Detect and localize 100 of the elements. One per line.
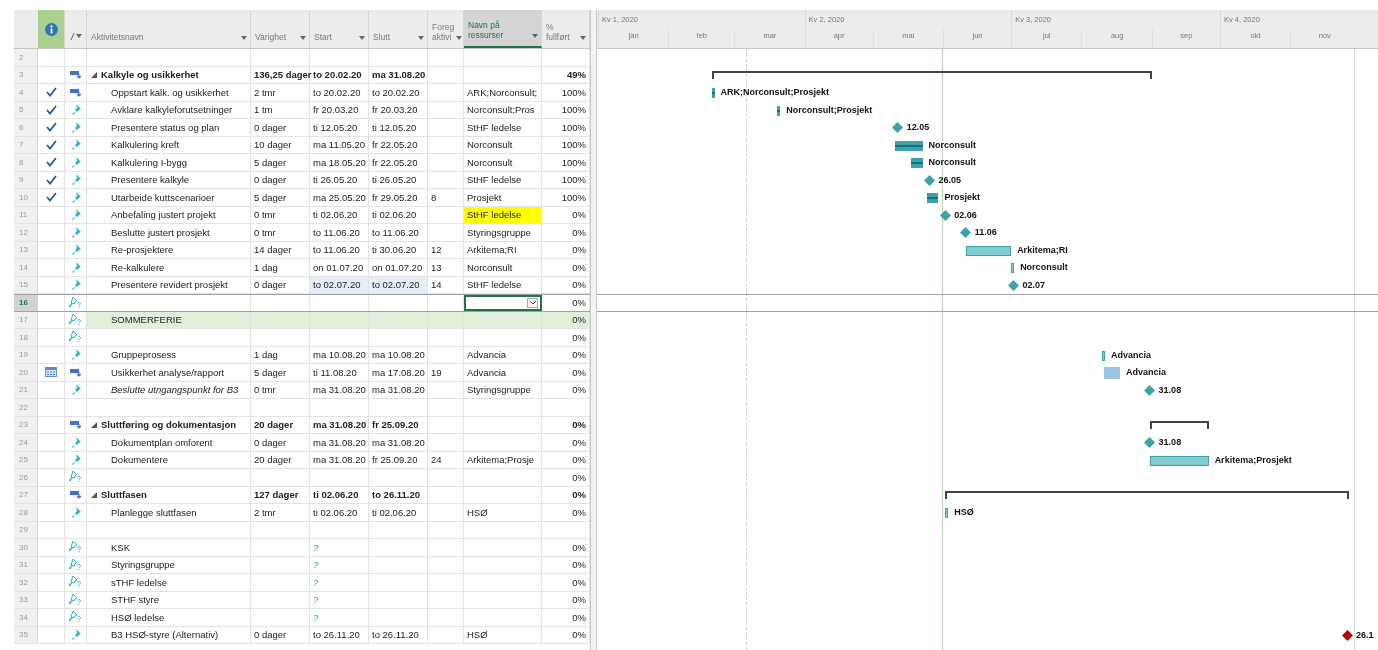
pushpin-icon <box>70 121 81 133</box>
table-row[interactable]: 15 Presentere revidert prosjekt 0 dager to 02.07.20 to 02.07.20 14 StHF ledelse 0% <box>14 276 590 294</box>
row-number[interactable]: 34 <box>14 609 38 626</box>
table-row[interactable]: 14 Re-kalkulere 1 dag on 01.07.20 on 01.07.20 13 Norconsult 0% <box>14 259 590 277</box>
collapse-icon[interactable] <box>91 71 97 78</box>
table-row[interactable]: 16 0% <box>14 294 590 312</box>
milestone-diamond-icon[interactable] <box>960 227 972 238</box>
task-bar[interactable] <box>777 105 781 116</box>
table-row[interactable]: 5 Avklare kalkyleforutsetninger 1 tm fr 20.03.20 fr 20.03.20 Norconsult;Pros 100% <box>14 101 590 119</box>
task-bar[interactable] <box>1101 350 1105 361</box>
row-number[interactable]: 10 <box>14 189 38 206</box>
table-row[interactable]: 32 sTHF ledelse ? 0% <box>14 574 590 592</box>
row-number[interactable]: 24 <box>14 434 38 451</box>
row-number[interactable]: 12 <box>14 224 38 241</box>
milestone-diamond-icon[interactable] <box>1144 384 1156 396</box>
table-cell: ma 17.08.20 <box>369 364 428 381</box>
bar-label: 26.1 <box>1356 628 1374 641</box>
row-number[interactable]: 14 <box>14 259 38 276</box>
table-row[interactable]: 17 SOMMERFERIE 0% <box>14 311 590 329</box>
table-row[interactable]: 28 Planlegge sluttfasen 2 tmr ti 02.06.20 ti 02.06.20 HSØ 0% <box>14 504 590 522</box>
bar-label: ARK;Norconsult;Prosjekt <box>720 86 829 98</box>
deadline-diamond-icon[interactable] <box>1341 629 1353 641</box>
row-number[interactable]: 28 <box>14 504 38 521</box>
dropdown-caret-icon[interactable] <box>532 34 538 38</box>
table-row[interactable]: 7 Kalkulering kreft 10 dager ma 11.05.20 fr 22.05.20 Norconsult 100% <box>14 136 590 154</box>
table-row[interactable]: 29 <box>14 521 590 539</box>
task-bar[interactable] <box>711 88 715 98</box>
row-number[interactable]: 30 <box>14 539 38 556</box>
table-row[interactable]: 33 STHF styre ? 0% <box>14 591 590 609</box>
table-row[interactable]: 18 0% <box>14 329 590 347</box>
table-row[interactable]: 11 Anbefaling justert projekt 0 tmr ti 02.06.20 ti 02.06.20 StHF ledelse 0% <box>14 206 590 224</box>
dropdown-caret-icon[interactable] <box>75 34 82 38</box>
row-number[interactable]: 32 <box>14 574 38 591</box>
table-cell: 0 dager <box>251 434 310 451</box>
task-bar[interactable] <box>965 245 1012 256</box>
column-header[interactable]: Navn på ressurser <box>464 10 542 48</box>
milestone-diamond-icon[interactable] <box>939 209 951 221</box>
column-header[interactable]: Varighet <box>251 10 310 48</box>
calendar-icon <box>45 367 57 378</box>
dropdown-caret-icon[interactable] <box>418 36 424 40</box>
table-row[interactable]: 24 Dokumentplan omforent 0 dager ma 31.08.20 ma 31.08.20 0% <box>14 434 590 452</box>
table-row[interactable]: 8 Kalkulering I-bygg 5 dager ma 18.05.20 fr 22.05.20 Norconsult 100% <box>14 154 590 172</box>
table-row[interactable]: 12 Beslutte justert prosjekt 0 tmr to 11.06.20 to 11.06.20 Styringsgruppe 0% <box>14 224 590 242</box>
table-row[interactable]: 21 Beslutte utngangspunkt for B3 0 tmr ma 31.08.20 ma 31.08.20 Styringsgruppe 0% <box>14 381 590 399</box>
collapse-icon[interactable] <box>91 421 97 428</box>
table-row[interactable]: 23 Sluttføring og dokumentasjon 20 dager ma 31.08.20 fr 25.09.20 0% <box>14 416 590 434</box>
dropdown-caret-icon[interactable] <box>359 36 365 40</box>
table-row[interactable]: 20 Usikkerhet analyse/rapport 5 dager ti 11.08.20 ma 17.08.20 19 Advancia 0% <box>14 364 590 382</box>
column-header[interactable]: Aktivitetsnavn <box>87 10 251 48</box>
row-number[interactable]: 2 <box>14 49 38 66</box>
table-row[interactable]: 19 Gruppeprosess 1 dag ma 10.08.20 ma 10.08.20 Advancia 0% <box>14 346 590 364</box>
milestone-diamond-icon[interactable] <box>923 174 935 186</box>
table-cell: ti 02.06.20 <box>310 206 369 223</box>
table-row[interactable]: 34 HSØ ledelse ? 0% <box>14 609 590 627</box>
milestone-diamond-icon[interactable] <box>892 122 904 133</box>
table-row[interactable]: 31 Styringsgruppe ? 0% <box>14 556 590 574</box>
table-cell: ? <box>310 556 369 573</box>
dropdown-caret-icon[interactable] <box>580 36 586 40</box>
table-row[interactable]: 30 KSK ? 0% <box>14 539 590 557</box>
row-number[interactable]: 22 <box>14 399 38 416</box>
table-row[interactable]: 25 Dokumentere 20 dager ma 31.08.20 fr 25.09.20 24 Arkitema;Prosje 0% <box>14 451 590 469</box>
dropdown-caret-icon[interactable] <box>241 36 247 40</box>
table-row[interactable]: 9 Presentere kalkyle 0 dager ti 26.05.20 ti 26.05.20 StHF ledelse 100% <box>14 171 590 189</box>
milestone-diamond-icon[interactable] <box>1144 437 1156 448</box>
checkmark-icon <box>45 174 57 185</box>
table-cell: ma 18.05.20 <box>310 154 369 171</box>
table-cell: to 20.02.20 <box>369 84 428 101</box>
table-row[interactable]: 2 <box>14 49 590 67</box>
task-bar[interactable] <box>927 193 939 203</box>
pushpin-question-icon <box>69 576 82 589</box>
column-header[interactable]: Slutt <box>369 10 428 48</box>
collapse-icon[interactable] <box>91 491 97 498</box>
table-row[interactable]: 22 <box>14 399 590 417</box>
pushpin-icon <box>70 261 81 273</box>
milestone-diamond-icon[interactable] <box>1007 279 1019 291</box>
table-row[interactable]: 4 Oppstart kalk. og usikkerhet 2 tmr to 20.02.20 to 20.02.20 ARK;Norconsult; 100% <box>14 84 590 102</box>
table-row[interactable]: 10 Utarbeide kuttscenarioer 5 dager ma 25.05.20 fr 29.05.20 8 Prosjekt 100% <box>14 189 590 207</box>
resource-field[interactable] <box>464 295 542 311</box>
table-cell: fr 20.03.20 <box>369 101 428 118</box>
task-bar[interactable] <box>1149 455 1209 466</box>
table-row[interactable]: 35 B3 HSØ-styre (Alternativ) 0 dager to 26.11.20 to 26.11.20 HSØ 0% <box>14 626 590 644</box>
task-bar[interactable] <box>1011 263 1015 273</box>
table-row[interactable]: 26 0% <box>14 469 590 487</box>
row-number[interactable]: 18 <box>14 329 38 346</box>
row-number[interactable]: 20 <box>14 364 38 381</box>
dropdown-button[interactable] <box>527 297 538 308</box>
row-number[interactable]: 16 <box>14 295 38 311</box>
dropdown-caret-icon[interactable] <box>300 36 306 40</box>
table-row[interactable]: 27 Sluttfasen 127 dager ti 02.06.20 to 26.11.20 0% <box>14 486 590 504</box>
column-header[interactable]: Start <box>310 10 369 48</box>
task-bar[interactable] <box>895 140 923 151</box>
row-number[interactable]: 8 <box>14 154 38 171</box>
row-number[interactable]: 6 <box>14 119 38 136</box>
row-number[interactable]: 26 <box>14 469 38 486</box>
row-number[interactable]: 4 <box>14 84 38 101</box>
table-row[interactable]: 6 Presentere status og plan 0 dager ti 12.05.20 ti 12.05.20 StHF ledelse 100% <box>14 119 590 137</box>
table-row[interactable]: 13 Re-prosjektere 14 dager to 11.06.20 ti 30.06.20 12 Arkitema;RI 0% <box>14 241 590 259</box>
task-bar[interactable] <box>945 508 949 518</box>
dropdown-caret-icon[interactable] <box>456 36 463 40</box>
table-row[interactable]: 3 Kalkyle og usikkerhet 136,25 dagerto 20.02.20 ma 31.08.20 49% <box>14 66 590 84</box>
